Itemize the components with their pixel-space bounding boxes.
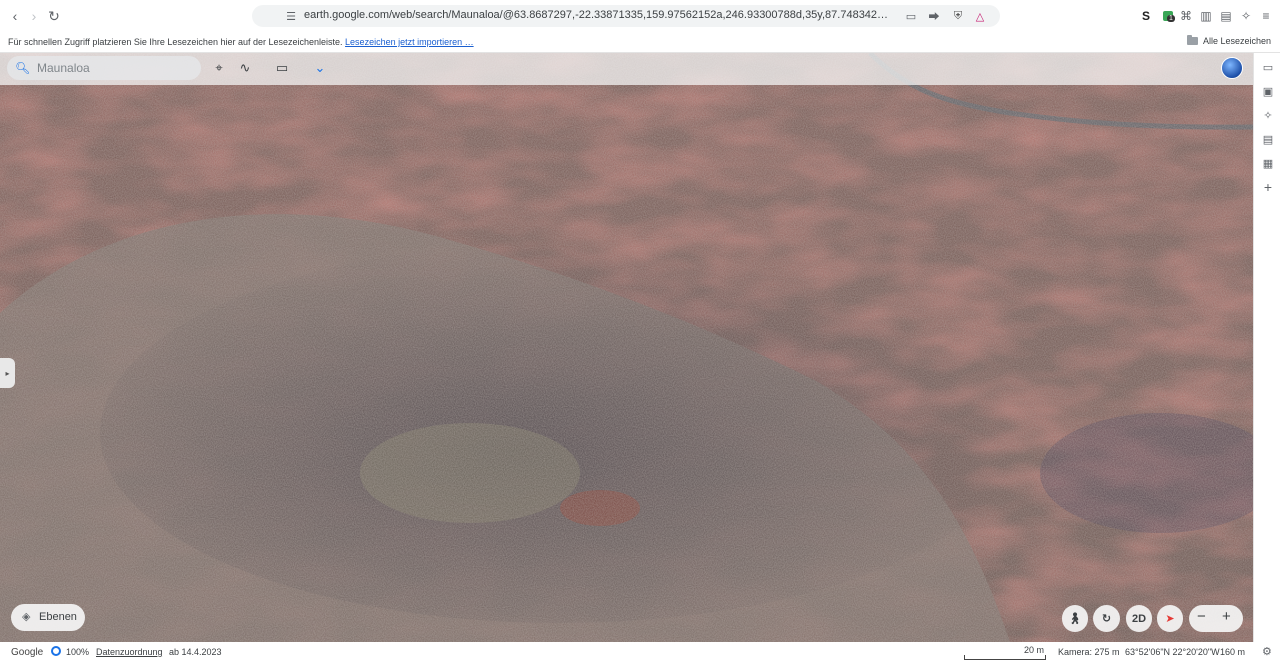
- layers-button[interactable]: ◈ Ebenen: [11, 604, 85, 631]
- rotate-lock-icon[interactable]: ↻: [1093, 605, 1120, 632]
- sidebar-leo-icon[interactable]: ✧: [1262, 109, 1274, 122]
- zoom-control: − +: [1189, 605, 1243, 632]
- import-bookmarks-link[interactable]: Lesezeichen jetzt importieren …: [345, 37, 474, 47]
- url-text[interactable]: earth.google.com/web/search/Maunaloa/@63…: [304, 9, 894, 21]
- sidebar-toggle-icon[interactable]: ▥: [1198, 8, 1214, 24]
- coordinates: 63°52'06"N 22°20'20"W: [1125, 647, 1220, 657]
- settings-gear-icon[interactable]: ⚙: [1262, 645, 1272, 658]
- side-panel-toggle[interactable]: ▸: [0, 358, 15, 388]
- imagery-date: ab 14.4.2023: [169, 647, 222, 657]
- search-input[interactable]: 🔍︎ Maunaloa: [7, 56, 201, 80]
- scale-bar: [964, 655, 1046, 660]
- earth-3d-view[interactable]: [0, 53, 1253, 642]
- bookmarks-hint-text: Für schnellen Zugriff platzieren Sie Ihr…: [8, 37, 343, 47]
- pegman-icon[interactable]: 🚶︎: [1062, 605, 1088, 632]
- address-bar[interactable]: ☰ earth.google.com/web/search/Maunaloa/@…: [252, 5, 1000, 27]
- account-avatar[interactable]: [1221, 57, 1243, 79]
- cast-icon[interactable]: ▭: [903, 8, 919, 24]
- bookmarks-message: Für schnellen Zugriff platzieren Sie Ihr…: [8, 37, 474, 47]
- extension-badge-count: 1: [1167, 15, 1175, 22]
- forward-icon[interactable]: ›: [24, 6, 44, 26]
- sidebar-history-icon[interactable]: ▦: [1262, 157, 1274, 170]
- wallet-icon[interactable]: ▤: [1218, 8, 1234, 24]
- scale-label[interactable]: 20 m: [1024, 645, 1044, 655]
- more-chevron-icon[interactable]: ⌄: [311, 60, 329, 76]
- zoom-out-button[interactable]: −: [1197, 608, 1206, 625]
- extension-s-icon[interactable]: S: [1138, 8, 1154, 24]
- camera-altitude: Kamera: 275 m: [1058, 647, 1120, 657]
- folder-icon: [1186, 35, 1198, 45]
- earth-status-bar: Google 100% Datenzuordnung ab 14.4.2023 …: [0, 642, 1280, 661]
- brave-rewards-icon[interactable]: △: [972, 8, 988, 24]
- browser-toolbar: ‹ › ↻ ☐ ☰ earth.google.com/web/search/Ma…: [0, 0, 1280, 32]
- extension-badge-icon[interactable]: 1: [1160, 8, 1176, 24]
- terrain-imagery[interactable]: [0, 53, 1253, 642]
- elevation: 160 m: [1220, 647, 1246, 657]
- loading-ring-icon: [51, 646, 61, 656]
- site-settings-icon[interactable]: ☰: [283, 8, 299, 24]
- search-input-text[interactable]: Maunaloa: [37, 61, 90, 75]
- back-icon[interactable]: ‹: [5, 6, 25, 26]
- compass-icon[interactable]: ➤: [1157, 605, 1183, 632]
- zoom-in-button[interactable]: +: [1222, 608, 1231, 625]
- layers-label: Ebenen: [39, 611, 77, 623]
- view-2d-button[interactable]: 2D: [1126, 605, 1152, 632]
- reload-icon[interactable]: ↻: [44, 6, 64, 26]
- ruler-icon[interactable]: ▭: [273, 60, 291, 76]
- browser-right-sidebar: ▭ ▣ ✧ ▤ ▦ +: [1253, 53, 1280, 642]
- attribution-link[interactable]: Datenzuordnung: [96, 647, 163, 657]
- load-percent: 100%: [66, 647, 90, 657]
- path-icon[interactable]: ∿: [236, 60, 254, 76]
- all-bookmarks-label: Alle Lesezeichen: [1202, 36, 1271, 46]
- brave-shield-icon[interactable]: ⛨: [950, 8, 966, 24]
- sidebar-wallet-icon[interactable]: ▣: [1262, 85, 1274, 98]
- extensions-puzzle-icon[interactable]: ⌘: [1178, 8, 1194, 24]
- share-icon[interactable]: ⮕: [926, 8, 942, 24]
- google-logo: Google: [11, 647, 44, 658]
- sidebar-add-icon[interactable]: +: [1262, 179, 1274, 195]
- placemark-icon[interactable]: ⌖: [210, 60, 228, 76]
- all-bookmarks-button[interactable]: Alle Lesezeichen: [1186, 35, 1271, 46]
- view-2d-label: 2D: [1131, 612, 1147, 625]
- sidebar-bookmarks-icon[interactable]: ▤: [1262, 133, 1274, 146]
- leo-ai-icon[interactable]: ✧: [1238, 8, 1254, 24]
- sidebar-reading-list-icon[interactable]: ▭: [1262, 61, 1274, 74]
- bookmarks-bar: Für schnellen Zugriff platzieren Sie Ihr…: [0, 32, 1280, 53]
- search-icon: 🔍︎: [15, 61, 31, 75]
- layers-icon: ◈: [22, 611, 31, 623]
- menu-icon[interactable]: ≡: [1258, 8, 1274, 24]
